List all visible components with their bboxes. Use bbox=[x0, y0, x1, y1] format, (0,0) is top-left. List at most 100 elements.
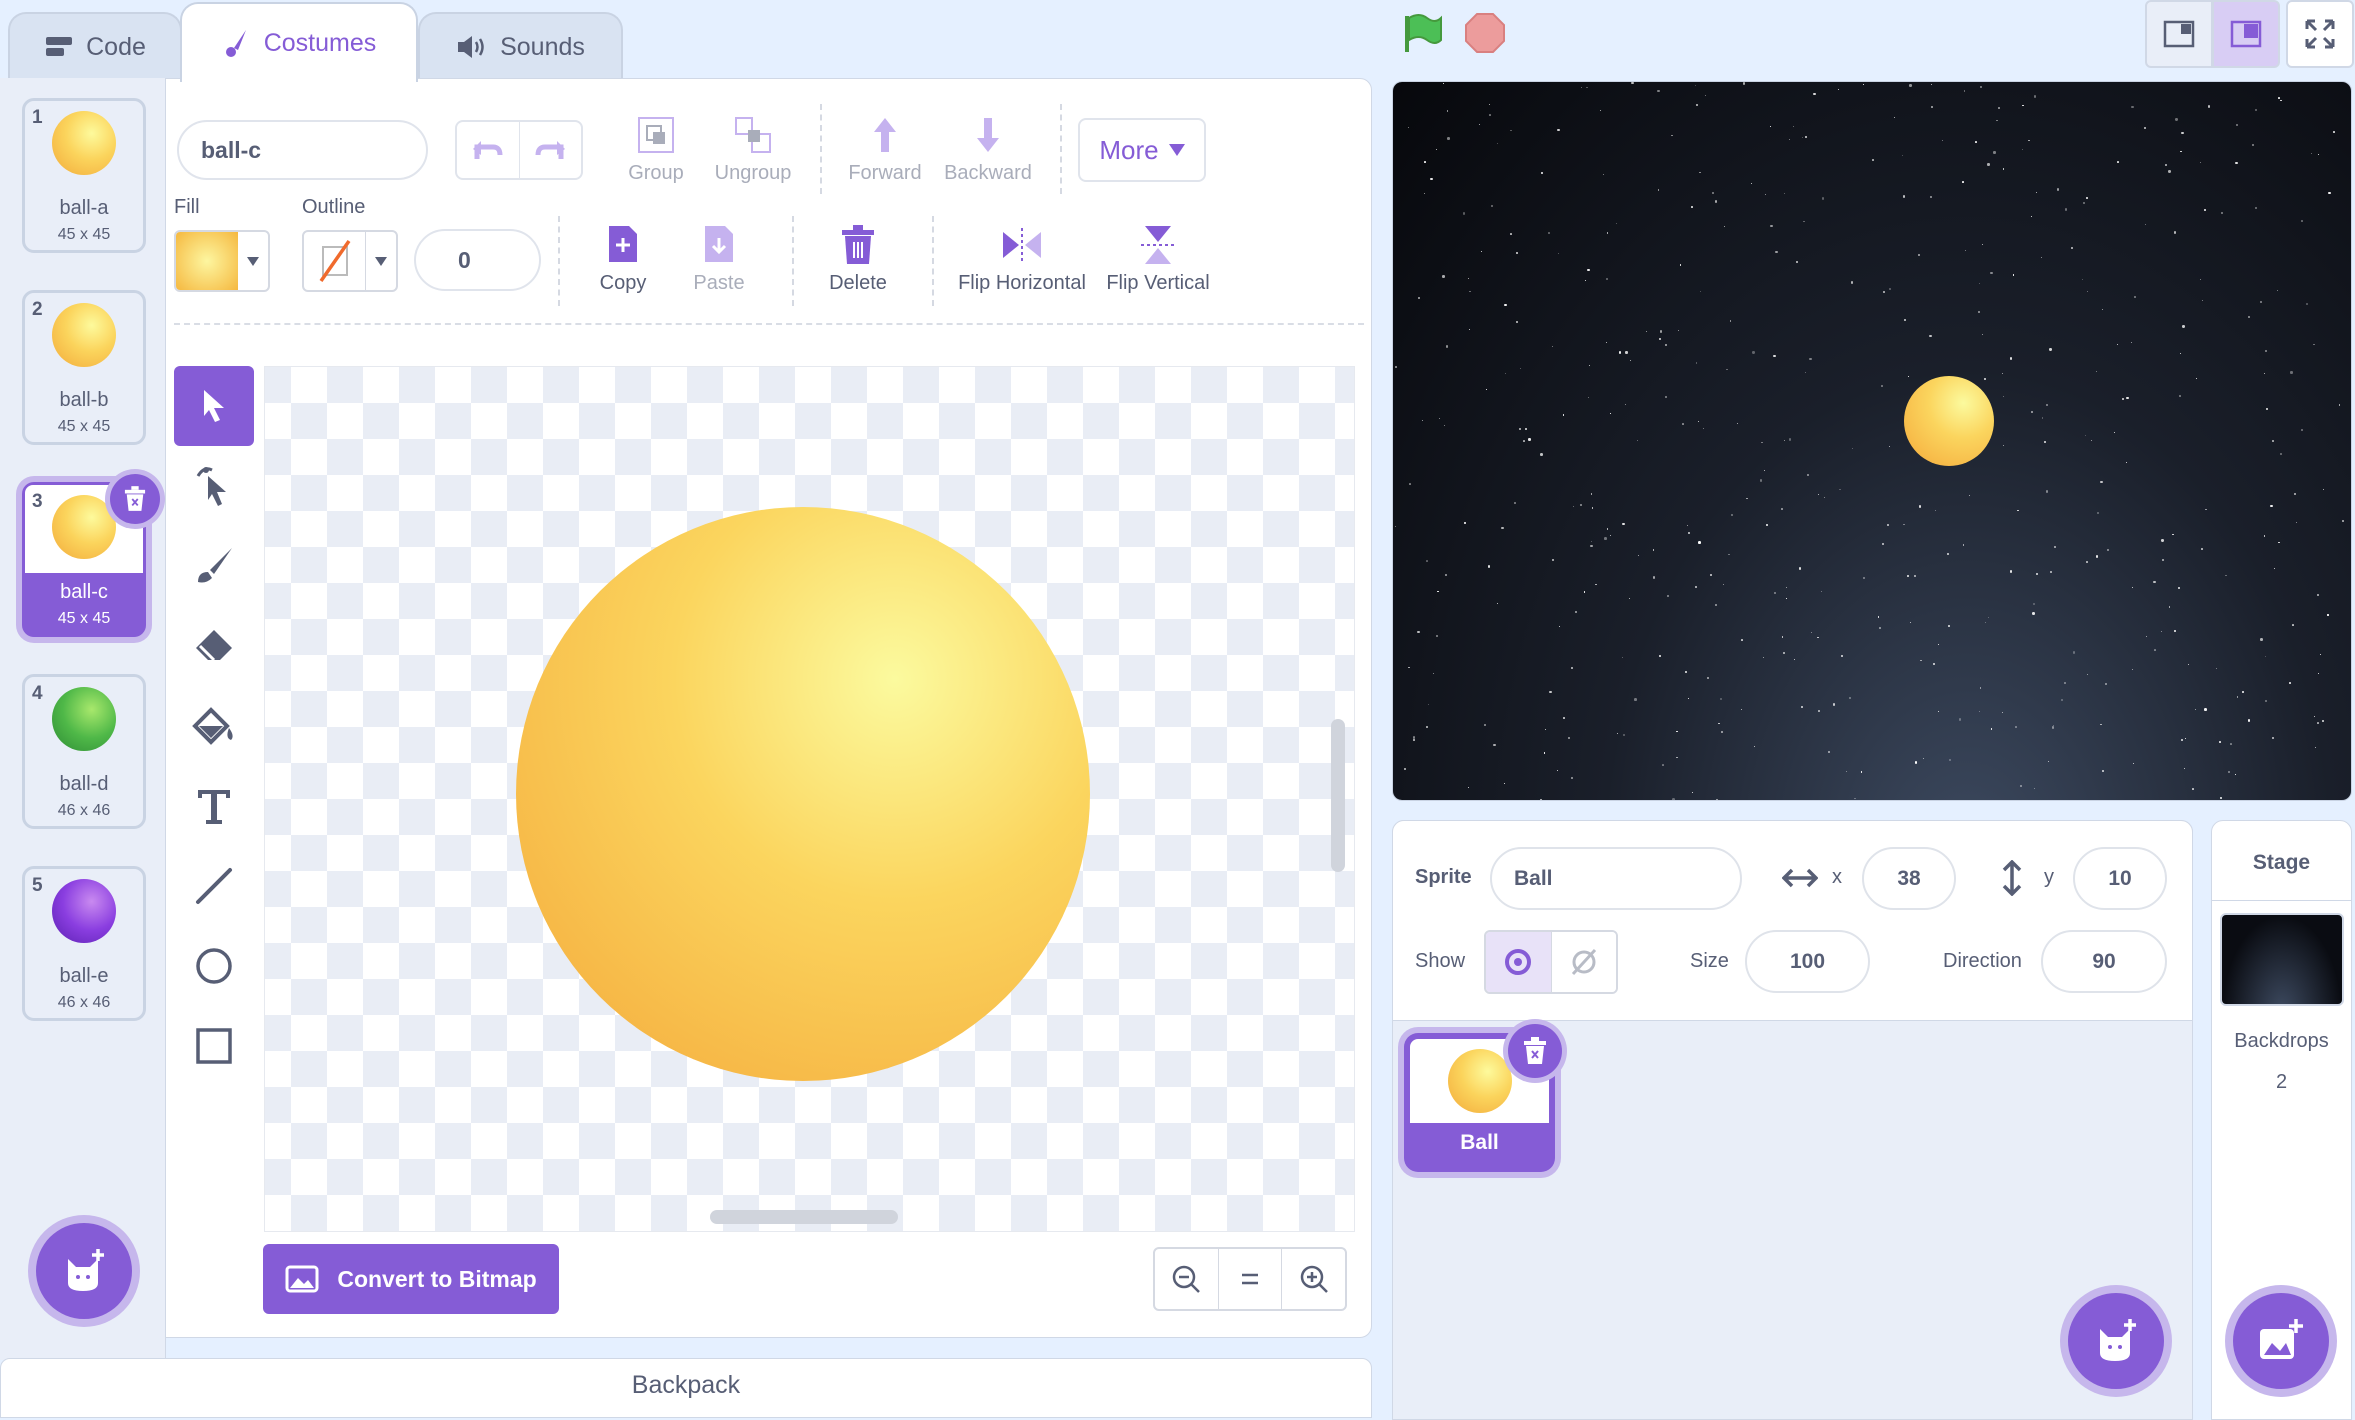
line-tool[interactable] bbox=[174, 846, 254, 926]
direction-input[interactable]: 90 bbox=[2041, 930, 2167, 993]
fill-label: Fill bbox=[174, 196, 200, 218]
redo-button[interactable] bbox=[520, 122, 582, 178]
size-label: Size bbox=[1690, 950, 1729, 972]
ungroup-button[interactable]: Ungroup bbox=[698, 114, 808, 185]
zoom-reset-button[interactable] bbox=[1219, 1249, 1283, 1309]
stop-icon[interactable] bbox=[1464, 12, 1506, 54]
costume-thumbnail bbox=[52, 687, 116, 751]
speaker-icon bbox=[458, 36, 484, 58]
backpack[interactable]: Backpack bbox=[0, 1358, 1372, 1418]
sprite-name-input[interactable]: Ball bbox=[1490, 847, 1742, 910]
zoom-in-button[interactable] bbox=[1282, 1249, 1345, 1309]
backward-button[interactable]: Backward bbox=[933, 114, 1043, 185]
zoom-out-button[interactable] bbox=[1155, 1249, 1219, 1309]
costume-item-ball-b[interactable]: 2 ball-b 45 x 45 bbox=[22, 290, 146, 445]
normal-stage-button[interactable] bbox=[2212, 0, 2280, 68]
outline-width-input[interactable]: 0 bbox=[414, 229, 541, 291]
reshape-tool[interactable] bbox=[174, 446, 254, 526]
cat-plus-icon bbox=[68, 1249, 104, 1291]
paste-icon bbox=[705, 226, 733, 262]
y-input[interactable]: 10 bbox=[2073, 847, 2167, 910]
arrow-cursor-icon bbox=[204, 390, 224, 422]
flip-horizontal-button[interactable]: Flip Horizontal bbox=[952, 224, 1092, 295]
arrow-up-icon bbox=[874, 118, 896, 152]
size-input[interactable]: 100 bbox=[1745, 930, 1870, 993]
more-button[interactable]: More bbox=[1078, 118, 1206, 182]
costume-thumbnail bbox=[52, 879, 116, 943]
divider bbox=[174, 323, 1364, 325]
zoom-out-icon bbox=[1173, 1265, 1201, 1293]
costume-number: 3 bbox=[32, 491, 43, 512]
select-tool[interactable] bbox=[174, 366, 254, 446]
undo-redo-group bbox=[455, 120, 583, 180]
fill-tool[interactable] bbox=[174, 686, 254, 766]
zoom-controls bbox=[1153, 1247, 1347, 1311]
eraser-icon bbox=[196, 630, 232, 662]
fullscreen-icon bbox=[2305, 19, 2335, 49]
delete-sprite-button[interactable] bbox=[1508, 1024, 1562, 1078]
horizontal-arrows-icon bbox=[1782, 868, 1818, 888]
cat-plus-icon bbox=[2100, 1319, 2136, 1361]
text-tool[interactable] bbox=[174, 766, 254, 846]
eye-icon bbox=[1505, 949, 1532, 975]
outline-color-picker[interactable] bbox=[302, 230, 398, 292]
stage-title: Stage bbox=[2212, 821, 2351, 901]
tab-sounds[interactable]: Sounds bbox=[418, 12, 623, 80]
tab-costumes[interactable]: Costumes bbox=[180, 2, 418, 82]
visibility-toggle bbox=[1484, 930, 1618, 994]
convert-to-bitmap-button[interactable]: Convert to Bitmap bbox=[263, 1244, 559, 1314]
copy-button[interactable]: Copy bbox=[568, 224, 678, 295]
divider bbox=[558, 216, 560, 306]
costume-number: 4 bbox=[32, 683, 43, 704]
costume-size: 45 x 45 bbox=[57, 610, 111, 627]
forward-button[interactable]: Forward bbox=[830, 114, 940, 185]
costume-number: 2 bbox=[32, 299, 43, 320]
rectangle-tool[interactable] bbox=[174, 1006, 254, 1086]
add-sprite-button[interactable] bbox=[2068, 1293, 2164, 1389]
paste-button[interactable]: Paste bbox=[664, 224, 774, 295]
trash-icon bbox=[1524, 1037, 1546, 1064]
paint-canvas[interactable] bbox=[264, 366, 1355, 1232]
x-label: x bbox=[1832, 866, 1842, 888]
small-stage-button[interactable] bbox=[2145, 0, 2213, 68]
group-button[interactable]: Group bbox=[601, 114, 711, 185]
hide-button[interactable] bbox=[1551, 932, 1616, 992]
add-backdrop-button[interactable] bbox=[2233, 1293, 2329, 1389]
costume-thumbnail bbox=[52, 111, 116, 175]
x-input[interactable]: 38 bbox=[1862, 847, 1956, 910]
code-blocks-icon bbox=[46, 37, 73, 56]
brush-tool[interactable] bbox=[174, 526, 254, 606]
delete-button[interactable]: Delete bbox=[803, 224, 913, 295]
tab-label: Sounds bbox=[500, 32, 585, 61]
trash-icon bbox=[842, 225, 874, 264]
fill-color-picker[interactable] bbox=[174, 230, 270, 292]
ball-sprite[interactable] bbox=[1904, 376, 1994, 466]
costume-item-ball-d[interactable]: 4 ball-d 46 x 46 bbox=[22, 674, 146, 829]
circle-tool[interactable] bbox=[174, 926, 254, 1006]
tab-code[interactable]: Code bbox=[8, 12, 182, 80]
costume-name-input[interactable]: ball-c bbox=[177, 120, 428, 180]
backdrop-thumbnail[interactable] bbox=[2219, 913, 2344, 1006]
add-costume-button[interactable] bbox=[36, 1223, 132, 1319]
image-icon bbox=[285, 1265, 319, 1293]
horizontal-scrollbar[interactable] bbox=[710, 1210, 898, 1224]
vertical-scrollbar[interactable] bbox=[1331, 719, 1345, 872]
costume-item-ball-a[interactable]: 1 ball-a 45 x 45 bbox=[22, 98, 146, 253]
show-button[interactable] bbox=[1486, 932, 1552, 992]
ungroup-icon bbox=[735, 117, 771, 153]
group-icon bbox=[638, 117, 674, 153]
fullscreen-button[interactable] bbox=[2286, 0, 2354, 68]
flip-vertical-button[interactable]: Flip Vertical bbox=[1098, 224, 1218, 295]
eraser-tool[interactable] bbox=[174, 606, 254, 686]
delete-costume-button[interactable] bbox=[110, 474, 160, 524]
green-flag-icon[interactable] bbox=[1401, 12, 1443, 54]
ball-shape[interactable] bbox=[516, 507, 1090, 1081]
backdrops-label: Backdrops bbox=[2234, 1030, 2329, 1052]
undo-button[interactable] bbox=[457, 122, 520, 178]
costume-thumbnail bbox=[52, 303, 116, 367]
divider bbox=[792, 216, 794, 306]
copy-icon bbox=[609, 226, 637, 262]
stage-canvas[interactable] bbox=[1392, 81, 2352, 801]
costume-item-ball-e[interactable]: 5 ball-e 46 x 46 bbox=[22, 866, 146, 1021]
normal-stage-icon bbox=[2230, 20, 2262, 48]
